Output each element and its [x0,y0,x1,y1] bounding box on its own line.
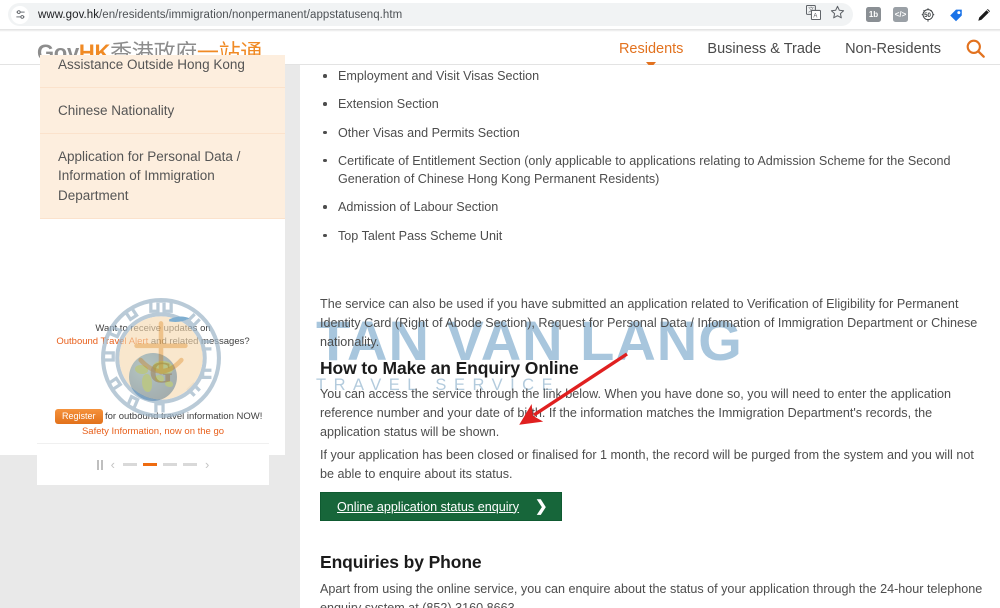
extension-pen-icon[interactable] [976,7,992,23]
promo-banner[interactable]: Want to receive updates on Outbound Trav… [37,305,269,443]
sidebar-item-label: Chinese Nationality [58,103,175,119]
carousel-dot-4[interactable] [183,463,197,466]
carousel-dot-1[interactable] [123,463,137,466]
url-text[interactable]: www.gov.hk/en/residents/immigration/nonp… [38,9,402,21]
carousel-dot-3[interactable] [163,463,177,466]
sections-list: Employment and Visit Visas Section Exten… [320,67,990,255]
list-item: Admission of Labour Section [320,198,990,216]
extension-seo-gear-icon[interactable]: 50 [920,7,936,23]
browser-extensions: 1b </> 50 [866,0,992,29]
nav-label: Residents [618,40,684,57]
paragraph-service-usage: The service can also be used if you have… [320,297,978,350]
svg-text:A: A [813,13,817,19]
browser-toolbar: www.gov.hk/en/residents/immigration/nonp… [0,0,1000,29]
register-button[interactable]: Register [55,409,103,424]
paragraph-access-instructions: You can access the service through the l… [320,387,952,440]
main-content: TAN VAN LANG TRAVEL SERVICE Employment a… [300,65,1000,608]
sidebar-item-chinese-nationality[interactable]: Chinese Nationality [40,88,285,135]
sidebar-menu: Assistance Outside Hong Kong Chinese Nat… [40,55,285,219]
chevron-right-icon: ❯ [535,498,548,515]
promo-line-2: Outbound Travel Alert and related messag… [37,336,269,347]
main-nav: Residents Business & Trade Non-Residents [618,32,986,68]
web-page: GovHK香港政府一站通 Residents Business & Trade … [0,32,1000,608]
list-item: Extension Section [320,95,990,113]
promo-line-4: Safety Information, now on the go [81,426,225,437]
left-column: Assistance Outside Hong Kong Chinese Nat… [0,55,300,608]
list-item: Top Talent Pass Scheme Unit [320,227,990,245]
chevron-right-icon[interactable]: › [205,458,209,471]
sidebar-item-assistance-outside-hong-kong[interactable]: Assistance Outside Hong Kong [40,55,285,89]
paragraph-phone-enquiry: Apart from using the online service, you… [320,582,983,608]
search-icon[interactable] [965,38,986,59]
online-application-status-enquiry-button[interactable]: Online application status enquiry ❯ [320,492,562,521]
pause-icon[interactable] [96,459,103,470]
column-divider [285,65,300,608]
tune-sliders-icon[interactable] [11,5,29,24]
address-bar[interactable]: www.gov.hk/en/residents/immigration/nonp… [8,3,853,26]
carousel-controls: ‹ › [37,443,269,485]
carousel-dots [123,463,197,466]
promo-line-2-rest: and related messages? [148,336,250,347]
list-item: Certificate of Entitlement Section (only… [320,152,990,189]
list-item: Employment and Visit Visas Section [320,67,990,85]
promo-highlight: Outbound Travel Alert [56,336,149,347]
translate-icon[interactable]: 文 A [805,4,822,25]
nav-label: Non-Residents [845,40,941,57]
carousel-dot-2[interactable] [143,463,157,466]
nav-item-residents[interactable]: Residents [618,40,684,68]
nav-label: Business & Trade [707,40,822,57]
extension-code-icon[interactable]: </> [893,7,908,22]
promo-line-3: for outbound travel information NOW! [105,411,263,422]
url-path: /en/residents/immigration/nonpermanent/a… [99,8,403,21]
paragraph-closed-application: If your application has been closed or f… [320,448,974,482]
globe-icon [129,353,177,401]
nav-item-business-trade[interactable]: Business & Trade [707,41,821,57]
heading-how-to-enquire-online: How to Make an Enquiry Online [320,358,579,378]
sidebar-item-label: Application for Personal Data / Informat… [58,149,241,203]
nav-item-non-residents[interactable]: Non-Residents [845,41,941,57]
promo-line-1: Want to receive updates on [95,323,211,334]
chevron-left-icon[interactable]: ‹ [111,458,115,471]
svg-text:50: 50 [924,12,931,19]
extension-1b-icon[interactable]: 1b [866,7,881,22]
enquiry-button-label: Online application status enquiry [337,499,520,514]
list-item: Other Visas and Permits Section [320,124,990,142]
extension-tag-icon[interactable] [948,7,964,23]
sidebar-item-application-personal-data[interactable]: Application for Personal Data / Informat… [40,134,285,219]
star-icon[interactable] [830,5,845,25]
url-host: www.gov.hk [38,8,100,21]
heading-enquiries-by-phone: Enquiries by Phone [320,552,482,572]
sidebar-item-label: Assistance Outside Hong Kong [58,57,245,72]
